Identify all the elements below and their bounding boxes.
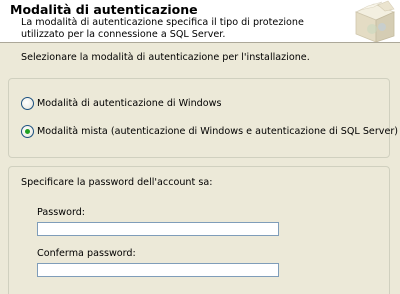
windows-auth-option[interactable]: Modalità di autenticazione di Windows <box>21 97 221 110</box>
confirm-password-input[interactable] <box>37 263 279 277</box>
mixed-auth-label[interactable]: Modalità mista (autenticazione di Window… <box>37 126 398 137</box>
instruction-text: Selezionare la modalità di autenticazion… <box>21 52 310 63</box>
wizard-header: Modalità di autenticazione La modalità d… <box>0 0 400 43</box>
mixed-auth-radio[interactable] <box>21 125 34 138</box>
auth-mode-group: Modalità di autenticazione di Windows Mo… <box>8 78 398 158</box>
page-description: La modalità di autenticazione specifica … <box>21 17 304 40</box>
password-label: Password: <box>37 207 86 218</box>
windows-auth-radio[interactable] <box>21 97 34 110</box>
setup-box-icon <box>352 0 398 42</box>
windows-auth-label[interactable]: Modalità di autenticazione di Windows <box>37 98 221 109</box>
page-title: Modalità di autenticazione <box>10 2 198 17</box>
password-input[interactable] <box>37 222 279 236</box>
confirm-password-label: Conferma password: <box>37 248 136 259</box>
mixed-auth-option[interactable]: Modalità mista (autenticazione di Window… <box>21 125 398 138</box>
sa-password-caption: Specificare la password dell'account sa: <box>21 177 213 188</box>
sa-password-group: Specificare la password dell'account sa:… <box>8 166 390 294</box>
